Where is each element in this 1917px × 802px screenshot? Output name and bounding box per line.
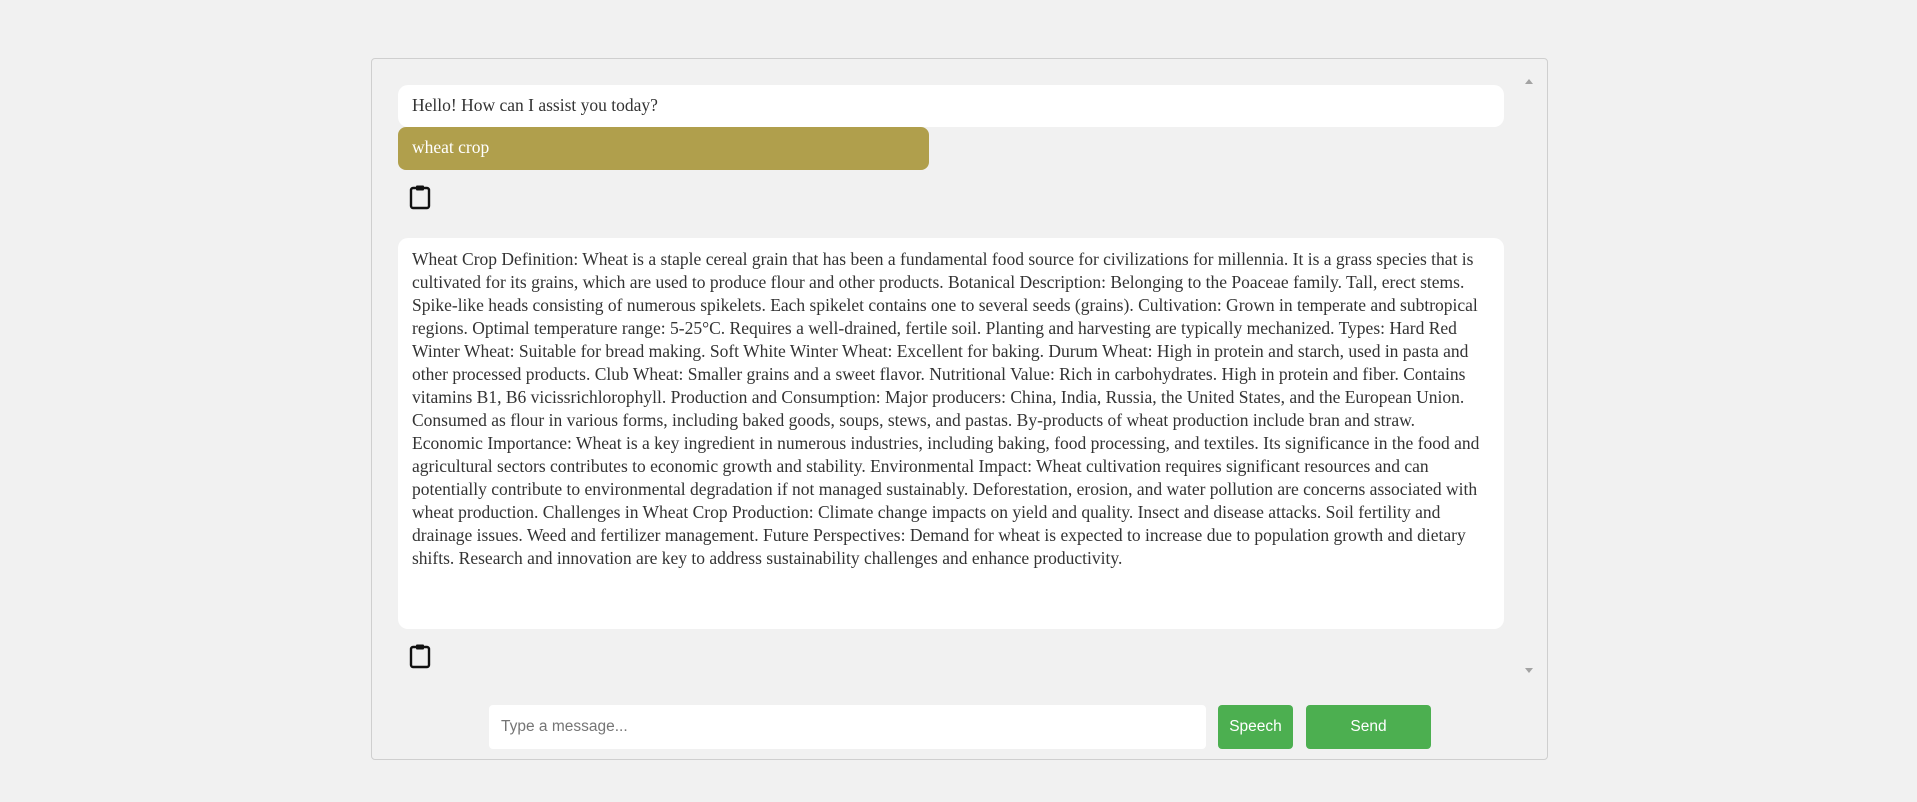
scrollbar[interactable] bbox=[1523, 73, 1535, 673]
copy-row bbox=[398, 170, 1504, 238]
user-message: wheat crop bbox=[398, 127, 929, 170]
bot-message: Hello! How can I assist you today? bbox=[398, 85, 1504, 127]
send-button[interactable]: Send bbox=[1306, 705, 1431, 749]
clipboard-icon[interactable] bbox=[409, 643, 431, 669]
message-input[interactable] bbox=[489, 705, 1206, 749]
copy-row bbox=[398, 629, 1504, 669]
chat-container: Hello! How can I assist you today? wheat… bbox=[371, 58, 1548, 760]
clipboard-icon[interactable] bbox=[409, 184, 431, 210]
scroll-up-arrow-icon[interactable] bbox=[1525, 79, 1533, 84]
input-bar: Speech Send bbox=[489, 705, 1431, 749]
scroll-down-arrow-icon[interactable] bbox=[1525, 668, 1533, 673]
bot-message: Wheat Crop Definition: Wheat is a staple… bbox=[398, 238, 1504, 629]
message-list: Hello! How can I assist you today? wheat… bbox=[398, 85, 1504, 669]
speech-button[interactable]: Speech bbox=[1218, 705, 1293, 749]
